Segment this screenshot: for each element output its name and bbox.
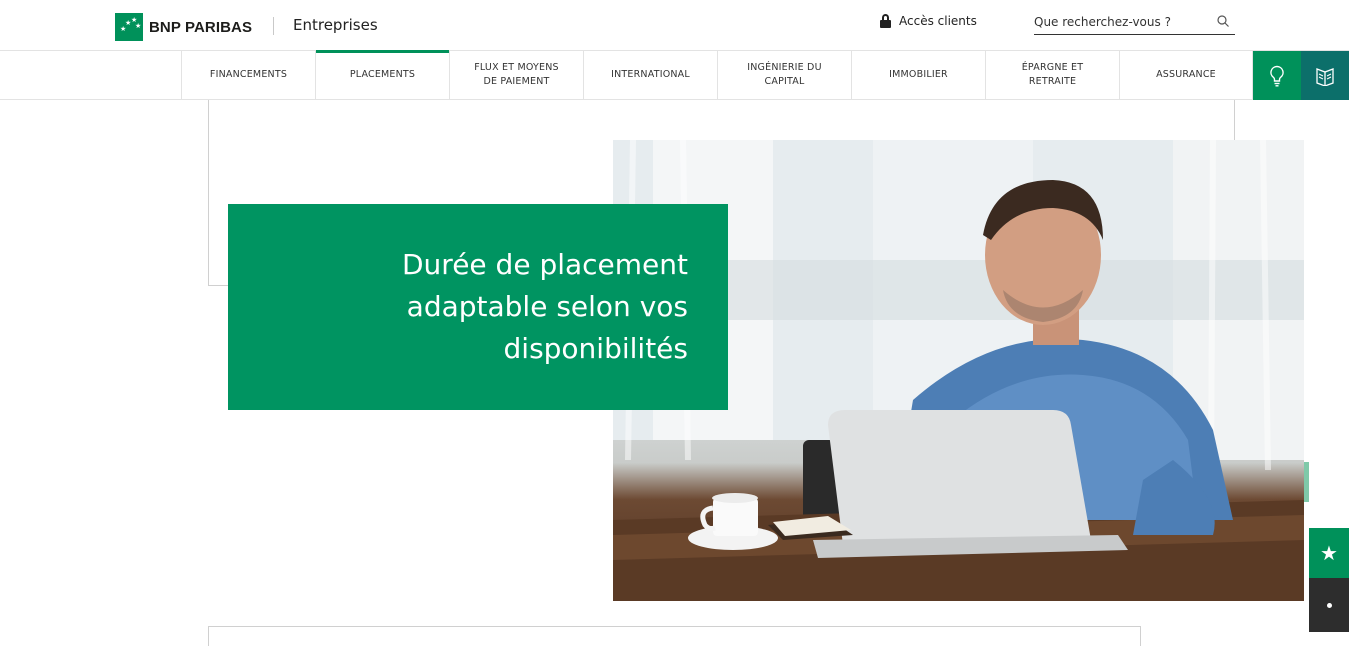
main-navigation: FINANCEMENTS PLACEMENTS FLUX ET MOYENS D… bbox=[0, 50, 1349, 100]
book-icon bbox=[1316, 67, 1334, 86]
nav-item-placements[interactable]: PLACEMENTS bbox=[315, 50, 449, 99]
nav-item-international[interactable]: INTERNATIONAL bbox=[583, 51, 717, 99]
nav-item-label: IMMOBILIER bbox=[889, 69, 948, 80]
brand-name: BNP PARIBAS bbox=[149, 18, 253, 36]
logo-stars-icon: ★ ★ ★ ★ bbox=[115, 13, 143, 41]
more-button[interactable] bbox=[1309, 578, 1349, 632]
nav-item-assurance[interactable]: ASSURANCE bbox=[1119, 51, 1253, 99]
nav-item-flux-paiement[interactable]: FLUX ET MOYENS DE PAIEMENT bbox=[449, 51, 583, 99]
nav-items: FINANCEMENTS PLACEMENTS FLUX ET MOYENS D… bbox=[181, 50, 1253, 99]
nav-item-label: INTERNATIONAL bbox=[611, 69, 690, 80]
nav-item-financements[interactable]: FINANCEMENTS bbox=[181, 51, 315, 99]
search-icon[interactable] bbox=[1217, 15, 1229, 27]
lock-icon bbox=[880, 14, 891, 28]
nav-item-label: ÉPARGNE ET RETRAITE bbox=[1021, 62, 1084, 87]
nav-item-label: FINANCEMENTS bbox=[209, 69, 288, 80]
client-access-link[interactable]: Accès clients bbox=[880, 14, 977, 28]
lightbulb-icon bbox=[1270, 65, 1284, 86]
dot-icon bbox=[1326, 602, 1332, 608]
nav-item-label: FLUX ET MOYENS DE PAIEMENT bbox=[474, 62, 559, 87]
promo-banner: Durée de placement adaptable selon vos d… bbox=[228, 204, 728, 410]
nav-item-label: ASSURANCE bbox=[1156, 69, 1216, 80]
nav-item-ingenierie-capital[interactable]: INGÉNIERIE DU CAPITAL bbox=[717, 51, 851, 99]
content-frame-bottom bbox=[208, 626, 1141, 646]
nav-item-label: PLACEMENTS bbox=[349, 69, 416, 80]
search-box bbox=[1034, 11, 1235, 35]
guides-button[interactable] bbox=[1301, 51, 1349, 100]
side-accent-strip bbox=[1304, 462, 1309, 502]
top-header: ★ ★ ★ ★ BNP PARIBAS Entreprises Accès clien… bbox=[0, 0, 1349, 51]
nav-item-epargne-retraite[interactable]: ÉPARGNE ET RETRAITE bbox=[985, 51, 1119, 99]
nav-item-label: INGÉNIERIE DU CAPITAL bbox=[747, 62, 822, 87]
promo-title: Durée de placement adaptable selon vos d… bbox=[401, 248, 688, 365]
search-input[interactable] bbox=[1034, 12, 1214, 32]
favorites-button[interactable]: ★ bbox=[1309, 528, 1349, 578]
nav-item-immobilier[interactable]: IMMOBILIER bbox=[851, 51, 985, 99]
segment-label[interactable]: Entreprises bbox=[293, 16, 378, 34]
bnp-paribas-logo[interactable]: ★ ★ ★ ★ BNP PARIBAS bbox=[115, 13, 252, 41]
star-icon: ★ bbox=[1320, 541, 1338, 565]
client-access-label: Accès clients bbox=[899, 14, 977, 28]
ideas-button[interactable] bbox=[1253, 51, 1301, 100]
logo-divider bbox=[273, 17, 274, 35]
